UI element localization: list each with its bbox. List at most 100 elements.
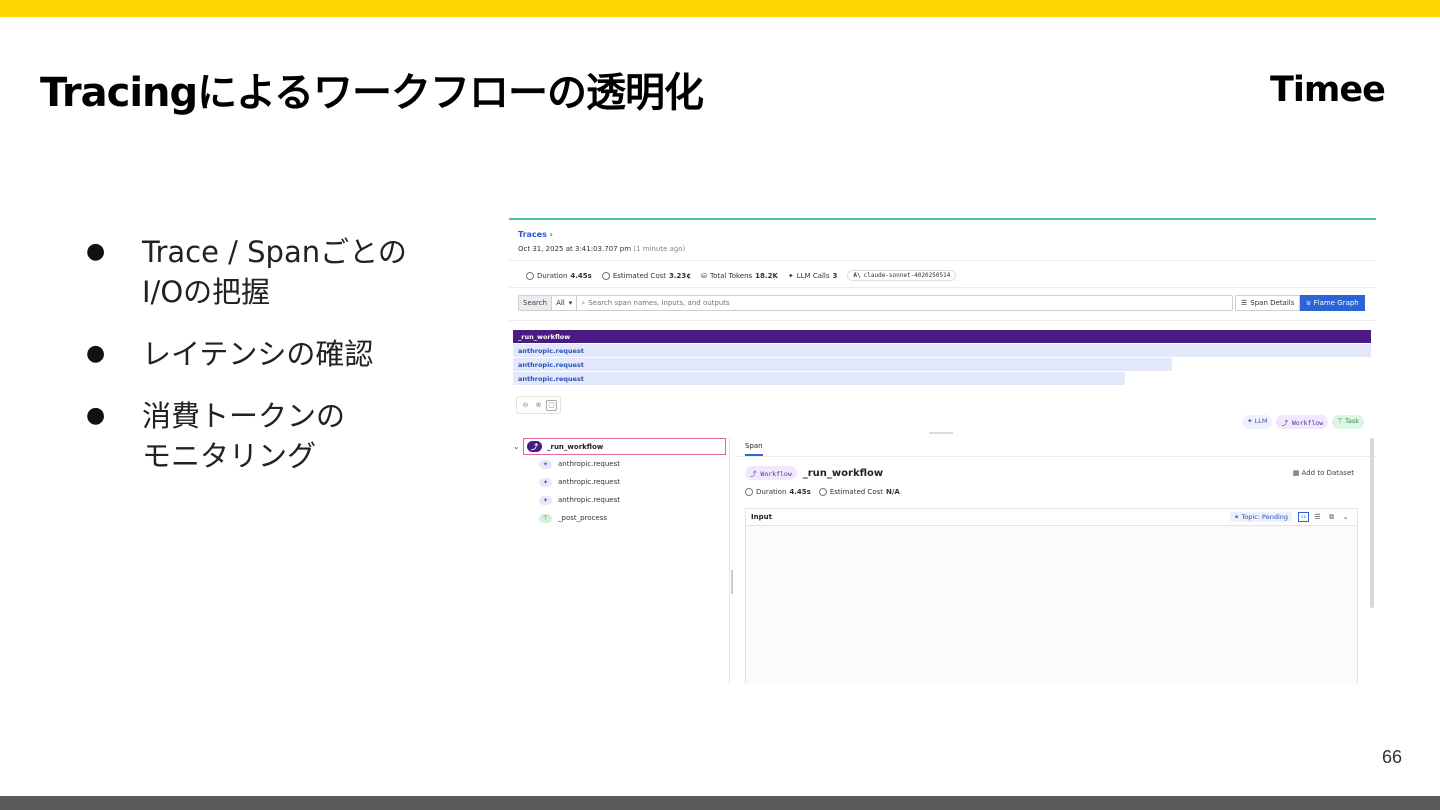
tree-item-selected[interactable]: ⤴ _run_workflow: [523, 438, 726, 455]
divider: [735, 456, 1376, 457]
workflow-icon: ⤴: [1281, 419, 1288, 427]
span-details-button[interactable]: ☰ Span Details: [1235, 295, 1301, 311]
trace-screenshot: Traces › Oct 31, 2025 at 3:41:03.707 pm …: [509, 218, 1376, 684]
input-panel: Input ⚭ Topic: Pending ‹› ☰ ⧉ ⌄: [745, 508, 1358, 684]
button-label: Span Details: [1250, 299, 1295, 307]
search-bar: Search All ▾ ⌕: [518, 295, 1233, 311]
metric-cost: Estimated Cost N/A: [818, 488, 900, 496]
flame-bar-llm[interactable]: anthropic.request: [513, 358, 1172, 371]
tree-item-label: _post_process: [558, 514, 608, 522]
metric-value: 3.23¢: [669, 271, 692, 280]
tree-item[interactable]: ⊤ _post_process: [513, 509, 728, 527]
caret-down-icon: ▾: [568, 299, 573, 307]
metric-value: 3: [832, 271, 838, 280]
workflow-icon: ⤴: [527, 441, 542, 452]
input-panel-title: Input: [751, 513, 772, 521]
input-panel-header: Input ⚭ Topic: Pending ‹› ☰ ⧉ ⌄: [746, 509, 1357, 526]
span-name: _run_workflow: [802, 467, 884, 479]
breadcrumb[interactable]: Traces ›: [518, 230, 553, 239]
workflow-icon: ⤴: [750, 470, 757, 478]
pane-divider: [729, 438, 730, 684]
divider: [509, 287, 1376, 288]
metric-value: 4.45s: [570, 271, 592, 280]
page-number: 66: [1382, 747, 1403, 767]
sparkle-icon: ✦: [539, 477, 552, 487]
coin-icon: [818, 488, 827, 496]
span-metrics: Duration 4.45s Estimated Cost N/A: [745, 488, 900, 496]
legend-label: LLM: [1254, 417, 1268, 425]
span-tree: ⌄ ⤴ _run_workflow ✦ anthropic.request ✦ an…: [513, 438, 728, 527]
metric-duration: Duration 4.45s: [526, 271, 592, 280]
metric-label: LLM Calls: [796, 271, 830, 280]
divider: [509, 260, 1376, 261]
bullet-dot-icon: ●: [86, 403, 106, 428]
format-buttons: ‹› ☰ ⧉ ⌄: [1298, 512, 1351, 522]
bullet-list: ● Trace / Spanごとの I/Oの把握 ● レイテンシの確認 ● 消費…: [86, 232, 456, 498]
bullet-text: 消費トークンの モニタリング: [142, 399, 346, 473]
add-to-dataset-button[interactable]: ▦ Add to Dataset: [1293, 469, 1354, 477]
search-input[interactable]: [585, 296, 1232, 310]
topic-icon: ⚭: [1233, 513, 1240, 521]
clock-icon: [745, 488, 753, 496]
pane-resize-handle[interactable]: [731, 570, 733, 594]
metric-cost: Estimated Cost 3.23¢: [601, 271, 692, 280]
legend-llm: ✦ LLM: [1242, 415, 1273, 429]
flame-graph: _run_workflow anthropic.request anthropi…: [513, 330, 1371, 386]
span-detail-panel: Span ⤴ Workflow _run_workflow ▦ Add to D…: [735, 438, 1376, 684]
pill-label: Workflow: [760, 470, 792, 478]
trace-relative-time: (1 minute ago): [633, 245, 686, 253]
metric-duration: Duration 4.45s: [745, 488, 811, 496]
scrollbar[interactable]: [1370, 438, 1374, 608]
zoom-out-icon[interactable]: ⊖: [520, 400, 531, 411]
flame-bar-root[interactable]: _run_workflow: [513, 330, 1371, 343]
chevron-down-icon[interactable]: ⌄: [1340, 512, 1351, 522]
metric-value: N/A: [886, 488, 900, 496]
tree-item[interactable]: ✦ anthropic.request: [513, 491, 728, 509]
bullet-text: レイテンシの確認: [142, 337, 374, 371]
topic-badge[interactable]: ⚭ Topic: Pending: [1229, 512, 1292, 522]
chevron-right-icon: ›: [549, 230, 553, 239]
chevron-down-icon[interactable]: ⌄: [513, 442, 523, 451]
metric-tokens: ⛁ Total Tokens 18.2K: [701, 272, 778, 280]
zoom-controls: ⊖ ⊕ ▢: [516, 396, 561, 414]
metric-label: Estimated Cost: [612, 271, 666, 280]
legend-label: Workflow: [1291, 419, 1324, 427]
span-header: ⤴ Workflow _run_workflow: [745, 466, 883, 480]
tree-item[interactable]: ✦ anthropic.request: [513, 473, 728, 491]
sparkle-icon: ✦: [1247, 417, 1253, 425]
clock-icon: [526, 271, 534, 280]
flame-bar-llm[interactable]: anthropic.request: [513, 344, 1371, 357]
tree-item[interactable]: ✦ anthropic.request: [513, 455, 728, 473]
flame-bar-llm[interactable]: anthropic.request: [513, 372, 1125, 385]
database-icon: ⛁: [701, 271, 708, 280]
text-view-icon[interactable]: ☰: [1312, 512, 1323, 522]
tree-root-row[interactable]: ⌄ ⤴ _run_workflow: [513, 438, 728, 455]
breadcrumb-traces-link[interactable]: Traces: [518, 230, 547, 239]
bullet-item: ● 消費トークンの モニタリング: [86, 396, 456, 476]
divider: [509, 320, 1376, 321]
fit-view-icon[interactable]: ▢: [546, 399, 557, 411]
tab-span[interactable]: Span: [745, 442, 763, 456]
code-view-icon[interactable]: ‹›: [1298, 512, 1309, 522]
zoom-in-icon[interactable]: ⊕: [533, 400, 544, 411]
legend-task: ⊤ Task: [1332, 415, 1364, 429]
metric-label: Estimated Cost: [829, 488, 883, 496]
legend-label: Task: [1344, 417, 1359, 425]
metric-value: 4.45s: [789, 488, 811, 496]
table-icon: ▦: [1292, 469, 1300, 477]
span-type-legend: ✦ LLM ⤴ Workflow ⊤ Task: [1242, 415, 1364, 429]
sparkle-icon: ✦: [539, 459, 552, 469]
trace-timestamp: Oct 31, 2025 at 3:41:03.707 pm: [518, 245, 632, 253]
metric-llm-calls: ✦ LLM Calls 3: [788, 272, 838, 280]
resize-handle[interactable]: [929, 432, 953, 434]
top-accent-bar: [0, 0, 1440, 17]
copy-icon[interactable]: ⧉: [1326, 512, 1337, 522]
bullet-dot-icon: ●: [86, 341, 106, 366]
model-chip: A\ claude-sonnet-4020250514: [847, 270, 957, 281]
task-icon: ⊤: [539, 513, 552, 523]
search-scope-select[interactable]: All ▾: [552, 296, 578, 310]
tree-item-label: anthropic.request: [558, 460, 620, 468]
flame-graph-button[interactable]: ⩸ Flame Graph: [1300, 295, 1365, 311]
metric-label: Duration: [756, 488, 787, 496]
metric-value: 18.2K: [755, 271, 778, 280]
